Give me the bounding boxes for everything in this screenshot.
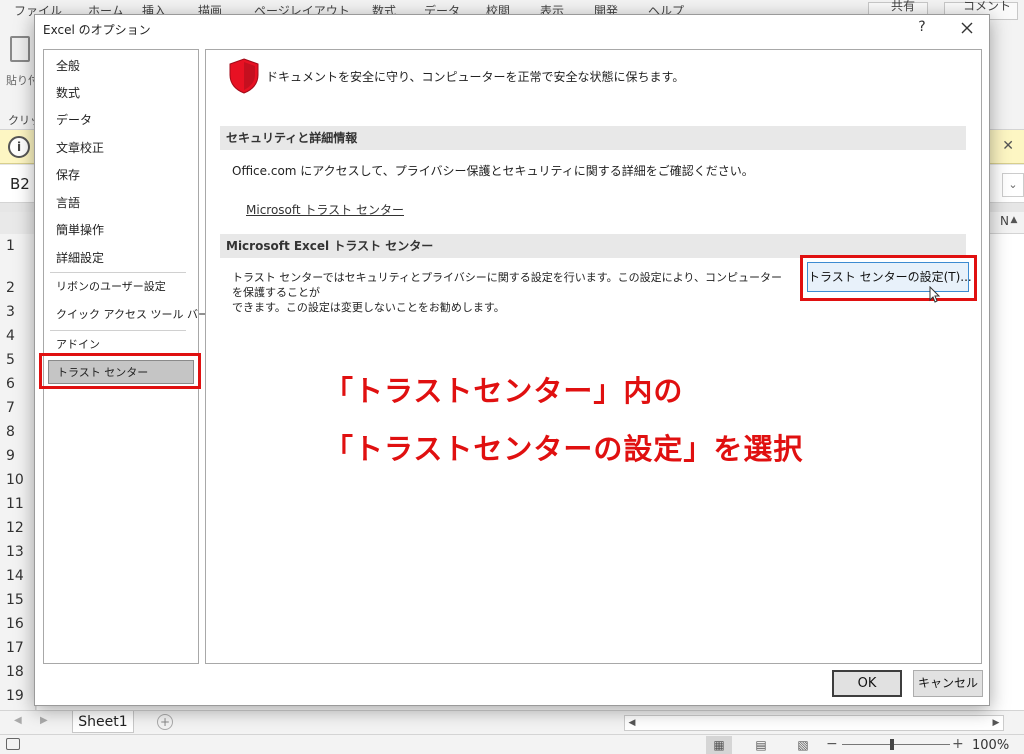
paste-icon[interactable] xyxy=(10,36,30,62)
nav-item-advanced[interactable]: 詳細設定 xyxy=(48,246,194,270)
zoom-out-icon[interactable]: − xyxy=(826,736,838,752)
intro-text: ドキュメントを安全に守り、コンピューターを正常で安全な状態に保ちます。 xyxy=(266,70,685,84)
share-label: 共有 xyxy=(891,0,916,13)
page-break-view-icon[interactable]: ▧ xyxy=(790,736,816,754)
row-header[interactable]: 10 xyxy=(0,472,36,488)
trust-description-line2: できます。この設定は変更しないことをお勧めします。 xyxy=(232,301,505,314)
ok-button[interactable]: OK xyxy=(832,670,902,697)
help-button[interactable]: ? xyxy=(913,19,931,35)
sheet-nav-next-icon[interactable]: ▶ xyxy=(40,715,48,726)
row-header[interactable]: 7 xyxy=(0,400,36,416)
row-header[interactable]: 15 xyxy=(0,592,36,608)
nav-trust-center-highlight xyxy=(39,353,201,389)
nav-item-data[interactable]: データ xyxy=(48,108,194,132)
status-bar: ▦ ▤ ▧ − + 100% xyxy=(0,734,1024,754)
row-header[interactable]: 3 xyxy=(0,304,36,320)
sheet-tab-sheet1[interactable]: Sheet1 xyxy=(72,711,134,733)
scroll-up-icon[interactable]: ▲ xyxy=(1006,212,1022,228)
row-header[interactable]: 2 xyxy=(0,280,36,296)
row-header[interactable]: 8 xyxy=(0,424,36,440)
shield-icon xyxy=(229,58,259,94)
nav-item-proofing[interactable]: 文章校正 xyxy=(48,136,194,160)
close-icon[interactable] xyxy=(955,17,979,39)
nav-item-formulas[interactable]: 数式 xyxy=(48,81,194,105)
clipboard-group: 貼り付け クリップボード xyxy=(0,16,85,130)
trust-description: トラスト センターではセキュリティとプライバシーに関する設定を行います。この設定… xyxy=(232,270,792,315)
horizontal-scrollbar[interactable]: ◀ ▶ xyxy=(624,715,1004,731)
message-bar-close-icon[interactable]: ✕ xyxy=(1002,138,1014,154)
trust-center-settings-button[interactable]: トラスト センターの設定(T)... xyxy=(807,262,972,292)
row-header[interactable]: 6 xyxy=(0,376,36,392)
sheet-tab-bar: ◀ ▶ Sheet1 + ◀ ▶ xyxy=(0,710,1024,734)
nav-item-language[interactable]: 言語 xyxy=(48,191,194,215)
nav-item-quick-access-toolbar[interactable]: クイック アクセス ツール バー xyxy=(48,303,209,327)
annotation-line2: 「トラストセンターの設定」を選択 xyxy=(324,432,804,466)
row-header[interactable]: 18 xyxy=(0,664,36,680)
scroll-left-icon[interactable]: ◀ xyxy=(625,716,639,730)
nav-separator xyxy=(50,330,186,331)
info-icon: i xyxy=(8,136,30,158)
page-layout-view-icon[interactable]: ▤ xyxy=(748,736,774,754)
macro-record-icon[interactable] xyxy=(6,738,20,750)
nav-item-save[interactable]: 保存 xyxy=(48,163,194,187)
mouse-cursor-icon xyxy=(929,286,941,303)
security-description: Office.com にアクセスして、プライバシー保護とセキュリティに関する詳細… xyxy=(232,164,754,178)
formula-expand-icon[interactable]: ⌄ xyxy=(1002,173,1024,197)
row-header[interactable]: 17 xyxy=(0,640,36,656)
comment-label: コメント xyxy=(963,0,1012,13)
nav-item-customize-ribbon[interactable]: リボンのユーザー設定 xyxy=(48,275,194,299)
row-header[interactable]: 13 xyxy=(0,544,36,560)
trust-center-panel: ドキュメントを安全に守り、コンピューターを正常で安全な状態に保ちます。 セキュリ… xyxy=(205,49,982,664)
security-section-header: セキュリティと詳細情報 xyxy=(220,126,966,150)
trust-description-line1: トラスト センターではセキュリティとプライバシーに関する設定を行います。この設定… xyxy=(232,271,782,299)
name-box[interactable]: B2 xyxy=(4,173,34,195)
row-header[interactable]: 4 xyxy=(0,328,36,344)
normal-view-icon[interactable]: ▦ xyxy=(706,736,732,754)
row-header[interactable]: 1 xyxy=(0,238,36,254)
cancel-button[interactable]: キャンセル xyxy=(913,670,983,697)
nav-item-accessibility[interactable]: 簡単操作 xyxy=(48,218,194,242)
row-header[interactable]: 5 xyxy=(0,352,36,368)
microsoft-trust-center-link[interactable]: Microsoft トラスト センター xyxy=(246,201,404,218)
row-header[interactable]: 16 xyxy=(0,616,36,632)
nav-item-general[interactable]: 全般 xyxy=(48,54,194,78)
dialog-title: Excel のオプション xyxy=(43,23,151,37)
row-headers: 1 2 3 4 5 6 7 8 9 10 11 12 13 14 15 16 1… xyxy=(0,234,36,710)
row-header[interactable]: 9 xyxy=(0,448,36,464)
sheet-nav-prev-icon[interactable]: ◀ xyxy=(14,715,22,726)
nav-separator xyxy=(50,272,186,273)
zoom-slider[interactable] xyxy=(842,744,950,745)
excel-options-dialog: Excel のオプション ? 全般 数式 データ 文章校正 保存 言語 簡単操作… xyxy=(34,14,990,706)
zoom-slider-thumb[interactable] xyxy=(890,739,894,750)
annotation-line1: 「トラストセンター」内の xyxy=(324,374,684,408)
row-header[interactable]: 12 xyxy=(0,520,36,536)
scroll-right-icon[interactable]: ▶ xyxy=(989,716,1003,730)
zoom-level[interactable]: 100% xyxy=(972,738,1009,753)
row-header[interactable]: 19 xyxy=(0,688,36,704)
row-header[interactable]: 11 xyxy=(0,496,36,512)
add-sheet-icon[interactable]: + xyxy=(157,714,173,730)
row-header[interactable]: 14 xyxy=(0,568,36,584)
select-all-corner[interactable] xyxy=(0,212,36,234)
zoom-in-icon[interactable]: + xyxy=(952,736,964,752)
